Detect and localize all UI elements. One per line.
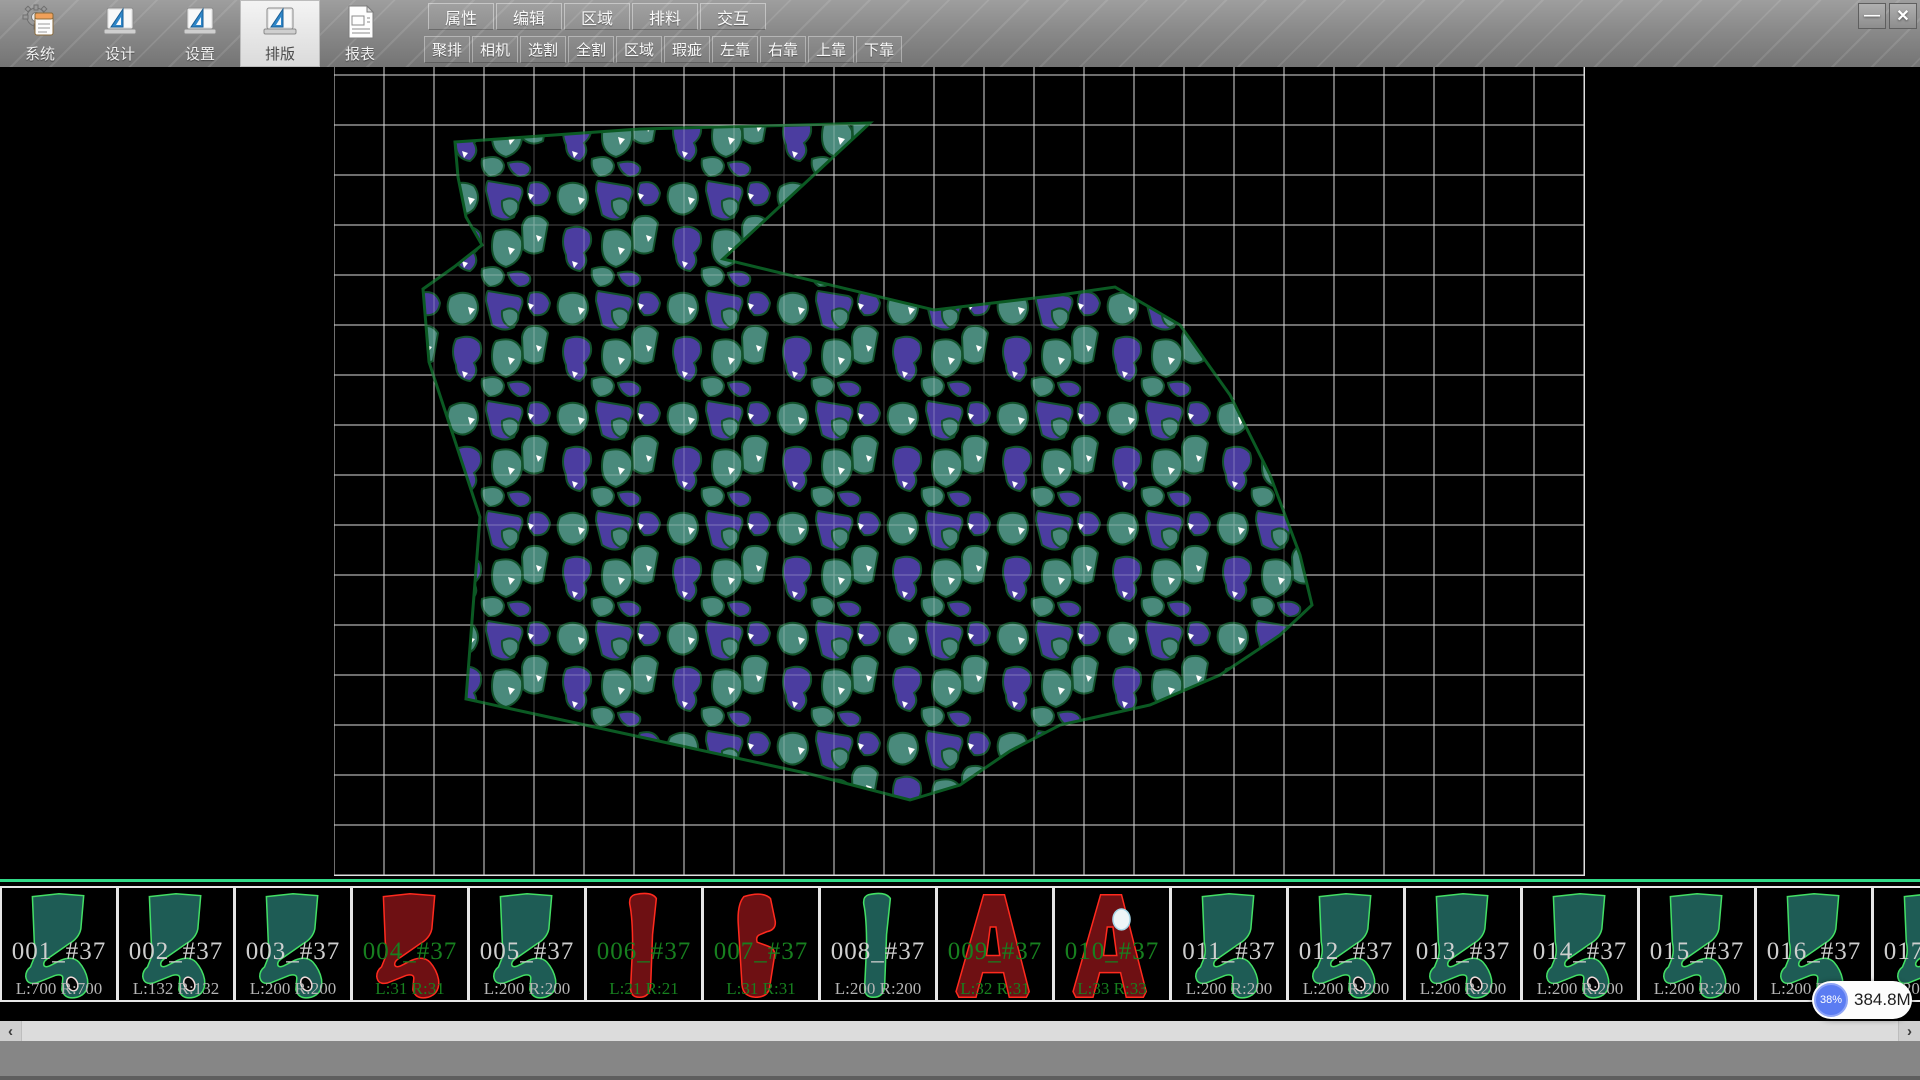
pattern-thumbnail-row: 001_#37 L:700 R:700002_#37 L:132 R:132003_…	[0, 886, 1920, 1002]
thumbnail-cell[interactable]: 009_#37 L:32 R:31	[936, 886, 1054, 1002]
thumbnail-cell[interactable]: 006_#37 L:21 R:21	[585, 886, 703, 1002]
piece-id-label: 006_#37	[587, 938, 701, 966]
thumbnail-cell[interactable]: 010_#37 L:33 R:33	[1053, 886, 1171, 1002]
piece-id-label: 015_#37	[1640, 938, 1754, 966]
piece-id-label: 002_#37	[119, 938, 233, 966]
window-controls: — ✕	[1858, 3, 1917, 29]
tab-interact[interactable]: 交互	[700, 3, 766, 30]
piece-id-label: 001_#37	[2, 938, 116, 966]
thumbnail-cell[interactable]: 004_#37 L:31 R:31	[351, 886, 469, 1002]
piece-id-label: 009_#37	[938, 938, 1052, 966]
thumbnail-cell[interactable]: 013_#37 L:200 R:200	[1404, 886, 1522, 1002]
piece-count-label: L:200 R:200	[1289, 979, 1403, 999]
action-defect[interactable]: 瑕疵	[664, 36, 710, 63]
toolbar-button-design[interactable]: 设计	[80, 0, 160, 67]
thumbnail-cell[interactable]: 003_#37 L:200 R:200	[234, 886, 352, 1002]
status-bar	[0, 1041, 1920, 1080]
piece-id-label: 010_#37	[1055, 938, 1169, 966]
piece-count-label: L:31 R:31	[353, 979, 467, 999]
close-button[interactable]: ✕	[1889, 3, 1917, 29]
main-button-group: 系统 设计 设置 排版 报表	[0, 0, 400, 67]
toolbar: 系统设计设置排版报表 属性编辑区域排料交互 聚排相机选割全割区域瑕疵左靠右靠上靠…	[0, 0, 1920, 67]
toolbar-button-label: 报表	[345, 43, 375, 64]
nesting-canvas-svg	[334, 67, 1585, 876]
scroll-right-arrow-icon[interactable]: ›	[1898, 1021, 1920, 1041]
horizontal-scrollbar[interactable]: ‹ ›	[0, 1021, 1920, 1041]
thumbnail-cell[interactable]: 008_#37 L:200 R:200	[819, 886, 937, 1002]
piece-count-label: L:200 R:200	[1172, 979, 1286, 999]
toolbar-button-layout[interactable]: 排版	[240, 0, 320, 67]
defect-hole	[1113, 909, 1130, 930]
piece-id-label: 004_#37	[353, 938, 467, 966]
tab-edit[interactable]: 编辑	[496, 3, 562, 30]
pattern-thumbnail-strip: 001_#37 L:700 R:700002_#37 L:132 R:132003_…	[0, 879, 1920, 1021]
nesting-canvas[interactable]	[334, 67, 1585, 876]
thumbnail-cell[interactable]: 015_#37 L:200 R:200	[1638, 886, 1756, 1002]
piece-count-label: L:200 R:200	[1406, 979, 1520, 999]
piece-count-label: L:31 R:31	[704, 979, 818, 999]
action-cluster-nest[interactable]: 聚排	[424, 36, 470, 63]
toolbar-button-label: 系统	[25, 43, 55, 64]
design-board-icon	[180, 2, 220, 42]
piece-count-label: L:200 R:200	[236, 979, 350, 999]
design-board-icon	[260, 2, 300, 42]
action-select-cut[interactable]: 选割	[520, 36, 566, 63]
thumbnail-cell[interactable]: 002_#37 L:132 R:132	[117, 886, 235, 1002]
system-gear-icon	[20, 2, 60, 42]
nesting-app-window: 系统设计设置排版报表 属性编辑区域排料交互 聚排相机选割全割区域瑕疵左靠右靠上靠…	[0, 0, 1920, 1080]
usage-percent-badge: 38%	[1814, 983, 1848, 1017]
toolbar-button-label: 设置	[185, 43, 215, 64]
tab-properties[interactable]: 属性	[428, 3, 494, 30]
piece-id-label: 016_#37	[1757, 938, 1871, 966]
thumbnail-cell[interactable]: 012_#37 L:200 R:200	[1287, 886, 1405, 1002]
piece-id-label: 013_#37	[1406, 938, 1520, 966]
toolbar-button-label: 排版	[265, 43, 295, 64]
piece-id-label: 011_#37	[1172, 938, 1286, 966]
toolbar-button-label: 设计	[105, 43, 135, 64]
piece-count-label: L:132 R:132	[119, 979, 233, 999]
tab-region[interactable]: 区域	[564, 3, 630, 30]
toolbar-button-report[interactable]: 报表	[320, 0, 400, 67]
piece-id-label: 008_#37	[821, 938, 935, 966]
piece-count-label: L:200 R:200	[821, 979, 935, 999]
action-snap-down[interactable]: 下靠	[856, 36, 902, 63]
report-doc-icon	[340, 2, 380, 42]
piece-id-label: 005_#37	[470, 938, 584, 966]
action-snap-up[interactable]: 上靠	[808, 36, 854, 63]
memory-usage-label: 384.8M	[1854, 981, 1911, 1019]
thumbnail-cell[interactable]: 007_#37 L:31 R:31	[702, 886, 820, 1002]
minimize-button[interactable]: —	[1858, 3, 1886, 29]
action-snap-right[interactable]: 右靠	[760, 36, 806, 63]
thumbnail-cell[interactable]: 011_#37 L:200 R:200	[1170, 886, 1288, 1002]
thumbnail-cell[interactable]: 001_#37 L:700 R:700	[0, 886, 118, 1002]
menu-tab-row: 属性编辑区域排料交互	[428, 3, 766, 30]
action-camera[interactable]: 相机	[472, 36, 518, 63]
toolbar-button-system[interactable]: 系统	[0, 0, 80, 67]
action-button-row: 聚排相机选割全割区域瑕疵左靠右靠上靠下靠	[424, 36, 902, 63]
piece-id-label: 017_#37	[1874, 938, 1920, 966]
piece-count-label: L:200 R:200	[1640, 979, 1754, 999]
piece-count-label: L:700 R:700	[2, 979, 116, 999]
action-cut-all[interactable]: 全割	[568, 36, 614, 63]
piece-count-label: L:21 R:21	[587, 979, 701, 999]
piece-id-label: 007_#37	[704, 938, 818, 966]
piece-count-label: L:33 R:33	[1055, 979, 1169, 999]
action-snap-left[interactable]: 左靠	[712, 36, 758, 63]
thumbnail-cell[interactable]: 005_#37 L:200 R:200	[468, 886, 586, 1002]
toolbar-button-settings[interactable]: 设置	[160, 0, 240, 67]
piece-id-label: 014_#37	[1523, 938, 1637, 966]
piece-count-label: L:200 R:200	[1523, 979, 1637, 999]
piece-id-label: 003_#37	[236, 938, 350, 966]
design-board-icon	[100, 2, 140, 42]
action-region[interactable]: 区域	[616, 36, 662, 63]
piece-count-label: L:32 R:31	[938, 979, 1052, 999]
scroll-left-arrow-icon[interactable]: ‹	[0, 1021, 22, 1041]
thumbnail-cell[interactable]: 014_#37 L:200 R:200	[1521, 886, 1639, 1002]
status-badge: 38% 384.8M	[1812, 981, 1912, 1019]
piece-id-label: 012_#37	[1289, 938, 1403, 966]
piece-count-label: L:200 R:200	[470, 979, 584, 999]
tab-nesting[interactable]: 排料	[632, 3, 698, 30]
